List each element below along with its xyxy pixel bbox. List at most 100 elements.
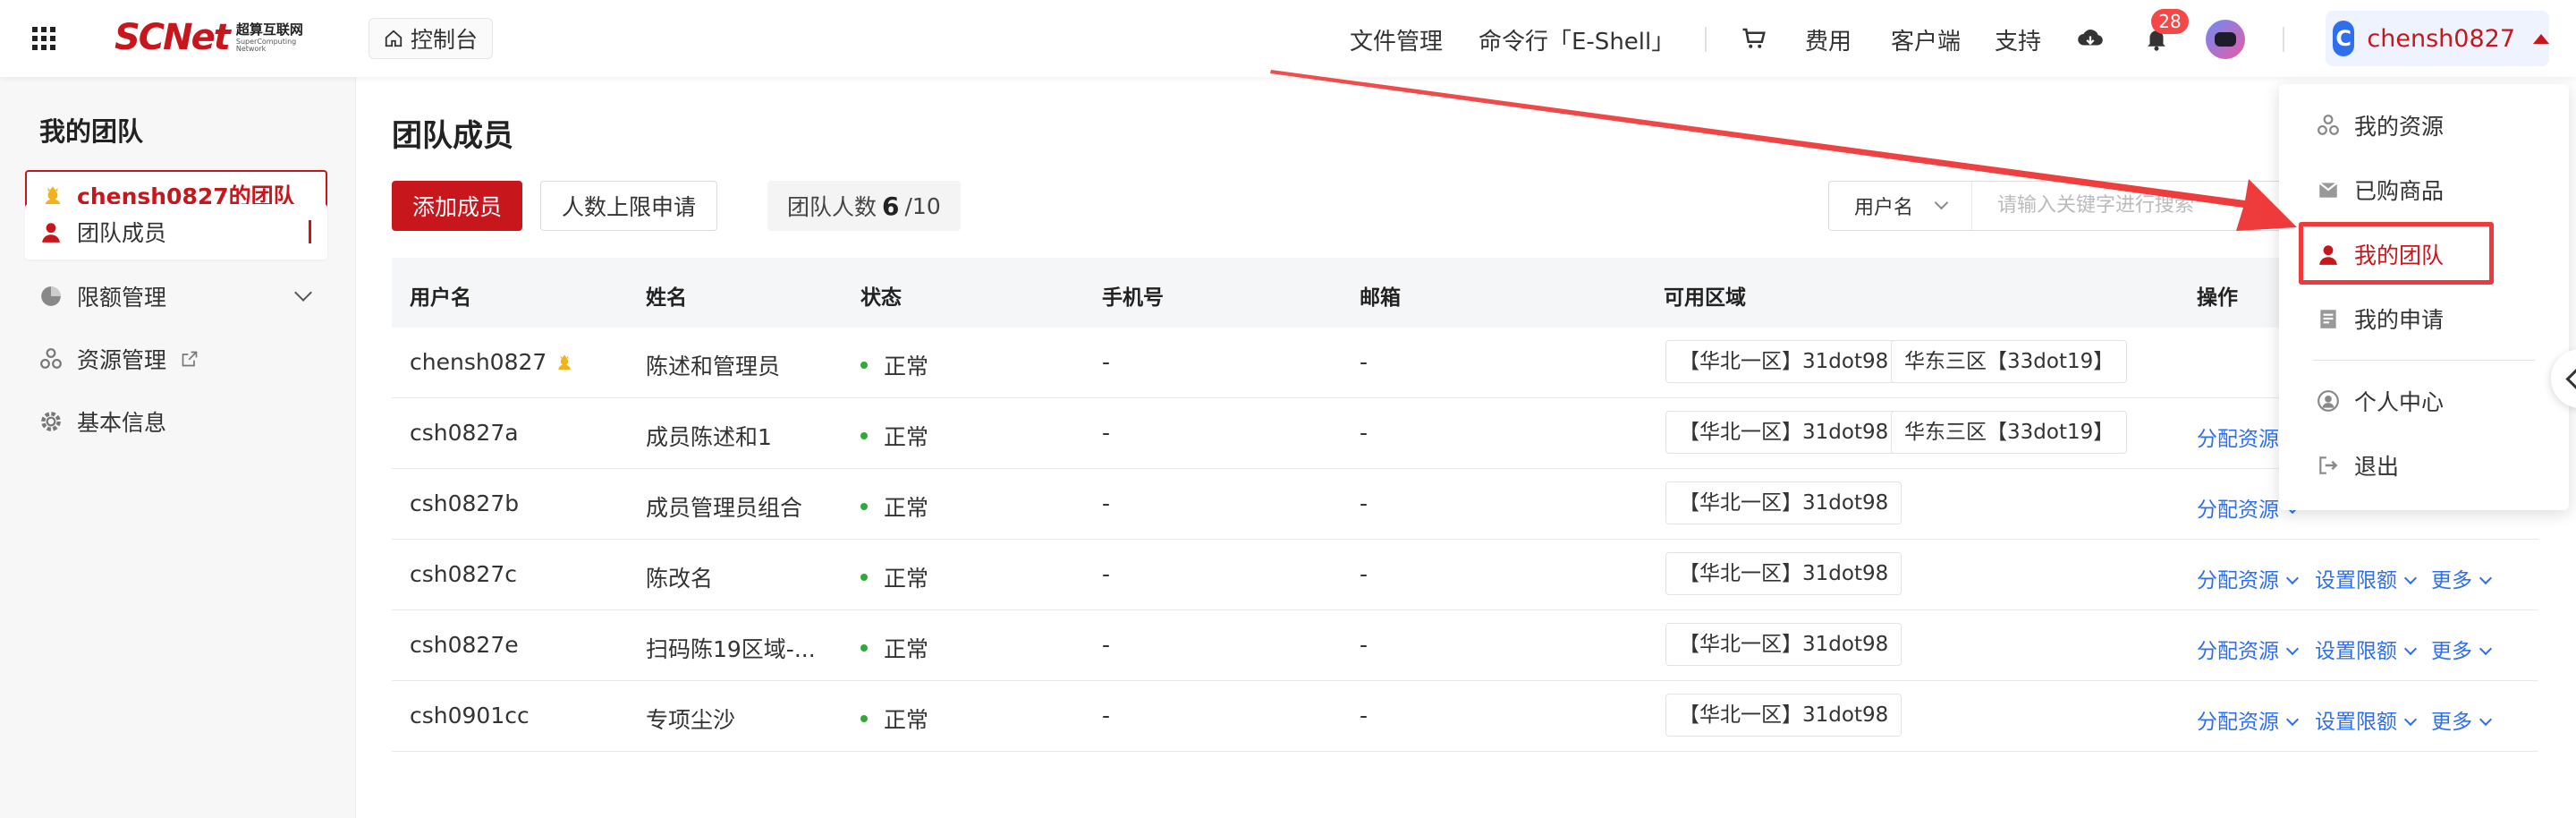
status-dot [860,644,868,652]
table-header: 用户名 姓名 状态 手机号 邮箱 可用区域 操作 [392,258,2538,328]
region-tag: 【华北一区】31dot98 [1665,623,1902,666]
team-count-current: 6 [882,191,900,221]
status-dot [860,503,868,510]
logo-cn: 超算互联网 [235,21,303,38]
more-link[interactable]: 更多 [2431,634,2490,664]
admin-crown-icon [558,354,571,371]
cell-username: chensh0827 [410,349,573,375]
cell-name: 专项尘沙 [646,707,736,733]
cloud-download-icon[interactable] [2077,25,2104,52]
document-icon [2320,310,2336,328]
menu-item-label: 我的资源 [2354,114,2445,140]
team-count-label: 团队人数 [787,194,877,220]
user-name: chensh0827 [2367,24,2515,53]
cell-username: csh0827e [410,632,519,658]
menu-item-personal-center[interactable]: 个人中心 [2317,379,2531,422]
logo-brand: SCNet [114,17,231,58]
menu-item-label: 我的申请 [2354,307,2445,333]
annotation-highlight-box [2299,222,2494,285]
user-avatar: C [2333,21,2355,56]
column-header: 邮箱 [1360,286,1401,310]
region-tag: 华东三区【33dot19】 [1891,340,2128,383]
menu-item-label: 个人中心 [2354,389,2445,415]
cell-name: 成员管理员组合 [646,495,803,521]
sidebar-item-label: 基本信息 [77,410,167,436]
add-member-button[interactable]: 添加成员 [392,181,522,231]
menu-item-purchased-goods[interactable]: 已购商品 [2317,168,2531,211]
assign-resource-link[interactable]: 分配资源 [2197,634,2297,664]
menu-item-my-applications[interactable]: 我的申请 [2317,297,2531,340]
menu-item-label: 退出 [2354,454,2400,480]
user-menu-trigger[interactable]: C chensh0827 [2326,11,2549,66]
region-tag: 【华北一区】31dot98 [1665,481,1902,524]
sidebar-title: 我的团队 [39,116,144,147]
column-header: 手机号 [1102,286,1164,310]
search-input[interactable]: 请输入关键字进行搜索 [1971,181,2293,231]
cell-status: 正常 [860,349,928,381]
gear-icon [41,412,61,431]
region-tag: 【华北一区】31dot98 [1665,694,1902,737]
search-field-select[interactable]: 用户名 [1828,181,1971,231]
page-title: 团队成员 [392,118,513,154]
menu-item-my-resources[interactable]: 我的资源 [2317,104,2531,147]
sidebar-item-basic-info[interactable]: 基本信息 [25,394,327,449]
set-quota-link[interactable]: 设置限额 [2315,634,2415,664]
assistant-avatar[interactable] [2206,20,2245,59]
logo-en: SuperComputing Network [235,37,297,53]
cell-name: 成员陈述和1 [646,424,772,450]
active-indicator [309,220,311,243]
menu-item-logout[interactable]: 退出 [2317,444,2531,487]
status-dot [860,362,868,369]
nav-separator [1705,27,1707,52]
assign-resource-link[interactable]: 分配资源 [2197,563,2297,593]
external-link-icon [182,351,198,367]
column-header: 状态 [860,286,902,310]
top-bar: SCNet 超算互联网 SuperComputing Network 控制台 文… [0,0,2576,77]
table-row: csh0901cc 专项尘沙 正常 - - 【华北一区】31dot98 分配资源… [392,681,2538,752]
nav-support[interactable]: 支持 [1995,23,2041,56]
menu-item-label: 已购商品 [2354,178,2445,204]
status-text: 正常 [884,354,929,379]
sidebar-item-label: 限额管理 [77,285,167,311]
nav-e-shell[interactable]: 命令行「E-Shell」 [1479,23,1674,56]
cell-name: 扫码陈19区域-... [646,636,816,662]
chevron-down-icon [294,284,312,302]
cell-username: csh0827a [410,420,519,446]
user-circle-icon [2318,390,2339,412]
cell-email: - [1360,490,1368,516]
nav-file-management[interactable]: 文件管理 [1350,23,1443,56]
cell-phone: - [1102,703,1111,729]
user-icon [42,223,60,243]
apps-grid-icon[interactable] [32,27,55,50]
cell-status: 正常 [860,632,928,664]
cell-name: 陈述和管理员 [646,354,781,379]
sidebar-item-resource-management[interactable]: 资源管理 [25,331,327,387]
column-header: 用户名 [410,286,471,310]
status-text: 正常 [884,566,929,592]
more-link[interactable]: 更多 [2431,704,2490,735]
column-header: 姓名 [646,286,687,310]
console-button[interactable]: 控制台 [369,18,494,59]
region-tag: 【华北一区】31dot98 [1665,411,1902,454]
nav-client[interactable]: 客户端 [1891,23,1961,56]
status-text: 正常 [884,424,929,450]
logo[interactable]: SCNet 超算互联网 SuperComputing Network [114,16,308,59]
table-row: csh0827b 成员管理员组合 正常 - - 【华北一区】31dot98 分配… [392,469,2538,540]
limit-apply-button[interactable]: 人数上限申请 [540,181,717,231]
sidebar-item-quota-management[interactable]: 限额管理 [25,268,327,324]
table-row: chensh0827 陈述和管理员 正常 - - 【华北一区】31dot98 华… [392,328,2538,398]
nav-separator [2283,27,2284,52]
status-dot [860,574,868,581]
cart-icon[interactable] [1741,25,1767,52]
sidebar-item-team-members[interactable]: 团队成员 [25,204,327,260]
cell-phone: - [1102,349,1111,375]
cell-status: 正常 [860,561,928,593]
assign-resource-link[interactable]: 分配资源 [2197,704,2297,735]
region-tag: 【华北一区】31dot98 [1665,552,1902,595]
region-tag: 【华北一区】31dot98 [1665,340,1902,383]
nav-fees[interactable]: 费用 [1805,23,1852,56]
more-link[interactable]: 更多 [2431,563,2490,593]
table-row: csh0827e 扫码陈19区域-... 正常 - - 【华北一区】31dot9… [392,610,2538,681]
set-quota-link[interactable]: 设置限额 [2315,704,2415,735]
set-quota-link[interactable]: 设置限额 [2315,563,2415,593]
